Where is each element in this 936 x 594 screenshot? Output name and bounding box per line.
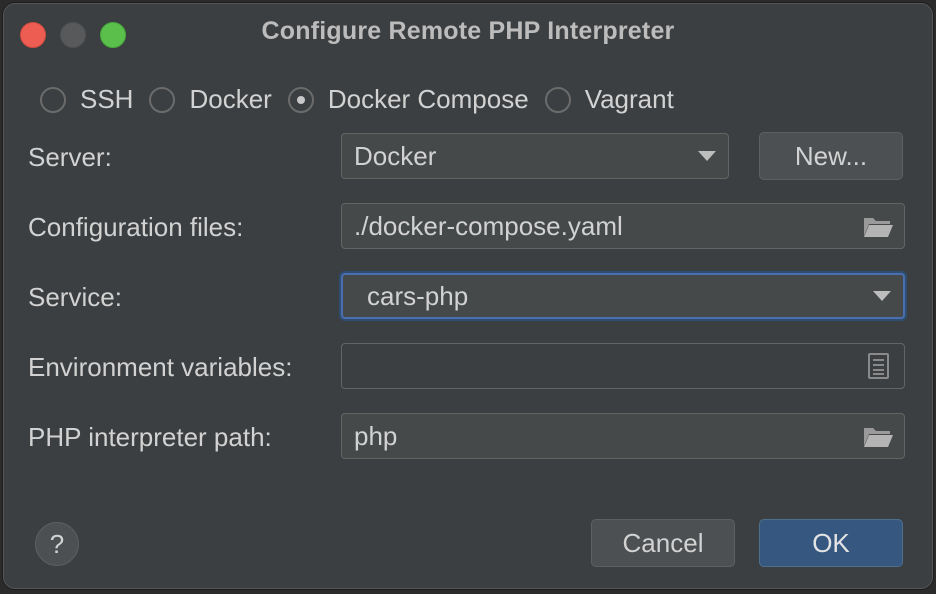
radio-circle-vagrant[interactable]	[544, 86, 571, 113]
radio-circle-ssh[interactable]	[40, 86, 66, 113]
configure-interpreter-dialog: Configure Remote PHP Interpreter SSH Doc…	[3, 3, 933, 589]
chevron-down-icon	[698, 151, 716, 161]
dialog-title: Configure Remote PHP Interpreter	[261, 17, 675, 45]
radio-label-docker-compose[interactable]: Docker Compose	[328, 84, 529, 115]
config-files-label: Configuration files:	[28, 212, 244, 242]
server-label: Server:	[28, 142, 112, 172]
radio-label-ssh[interactable]: SSH	[80, 84, 133, 115]
service-dropdown[interactable]: cars-php	[341, 273, 905, 319]
radio-docker-compose[interactable]: Docker Compose	[287, 84, 529, 115]
radio-circle-docker[interactable]	[149, 86, 176, 113]
ok-button[interactable]: OK	[759, 519, 903, 567]
config-files-field[interactable]: ./docker-compose.yaml	[341, 203, 905, 249]
radio-ssh[interactable]: SSH	[40, 84, 133, 115]
env-vars-label: Environment variables:	[28, 352, 293, 382]
radio-circle-docker-compose[interactable]	[287, 86, 314, 113]
php-path-field[interactable]: php	[341, 413, 905, 459]
folder-icon[interactable]	[862, 213, 894, 239]
service-label: Service:	[28, 282, 122, 312]
radio-label-vagrant[interactable]: Vagrant	[585, 84, 674, 115]
service-value: cars-php	[367, 281, 469, 311]
cancel-button[interactable]: Cancel	[591, 519, 735, 567]
radio-docker[interactable]: Docker	[149, 84, 272, 115]
help-button[interactable]: ?	[35, 522, 79, 566]
radio-label-docker[interactable]: Docker	[189, 84, 271, 115]
config-files-value: ./docker-compose.yaml	[354, 211, 623, 241]
radio-vagrant[interactable]: Vagrant	[544, 84, 674, 115]
radio-selected-dot	[296, 95, 305, 104]
server-value: Docker	[354, 141, 437, 171]
new-server-button[interactable]: New...	[759, 132, 903, 180]
server-dropdown[interactable]: Docker	[341, 133, 729, 179]
php-path-value: php	[354, 421, 398, 451]
chevron-down-icon	[873, 291, 891, 301]
connection-type-group: SSH Docker Docker Compose Vagrant	[40, 84, 690, 115]
env-vars-field[interactable]	[341, 343, 905, 389]
php-path-label: PHP interpreter path:	[28, 422, 272, 452]
document-icon[interactable]	[862, 353, 894, 379]
folder-icon[interactable]	[862, 423, 894, 449]
